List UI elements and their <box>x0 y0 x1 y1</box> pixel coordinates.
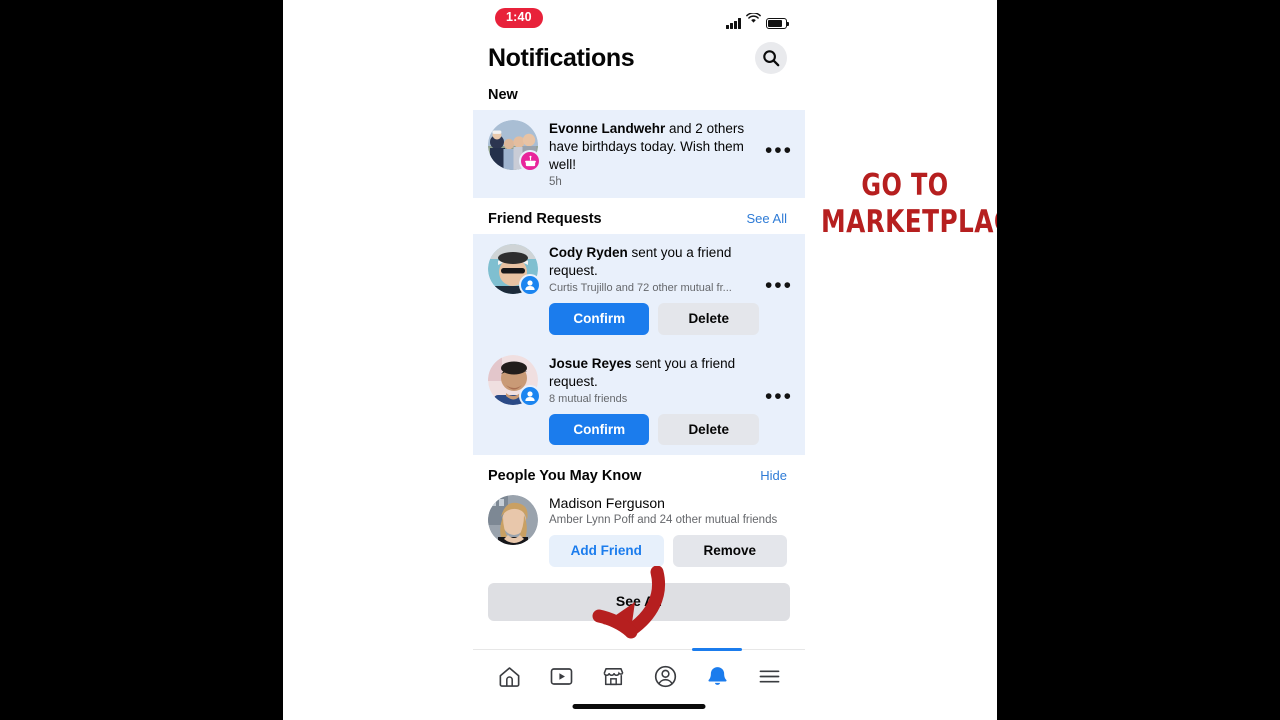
active-tab-indicator <box>692 648 742 651</box>
tab-video[interactable] <box>542 659 580 693</box>
tab-menu[interactable] <box>750 659 788 693</box>
phone-screen: 1:40 Notifications New Evonne Landwehr a… <box>473 0 805 720</box>
search-button[interactable] <box>755 42 787 74</box>
more-options-icon[interactable]: ••• <box>765 275 793 297</box>
birthday-cake-icon <box>519 150 541 172</box>
delete-button[interactable]: Delete <box>658 303 759 335</box>
notification-text: Evonne Landwehr and 2 others have birthd… <box>549 120 759 174</box>
video-icon <box>550 667 572 685</box>
home-icon <box>499 666 519 687</box>
confirm-button[interactable]: Confirm <box>549 413 650 445</box>
section-title-new: New <box>488 87 518 103</box>
friend-request-text: Josue Reyes sent you a friend request. <box>549 355 759 391</box>
friend-request-actions: Confirm Delete <box>549 303 759 335</box>
menu-hamburger-icon <box>759 669 779 683</box>
friend-request-row[interactable]: Josue Reyes sent you a friend request. 8… <box>473 345 805 456</box>
mutual-friends-text: 8 mutual friends <box>549 392 628 405</box>
friend-request-text: Cody Ryden sent you a friend request. <box>549 244 759 280</box>
friend-request-name: Josue Reyes <box>549 355 632 371</box>
wifi-icon <box>746 11 761 29</box>
tab-marketplace[interactable] <box>594 659 632 693</box>
more-options-icon[interactable]: ••• <box>765 140 793 162</box>
remove-button[interactable]: Remove <box>672 535 787 567</box>
video-frame: 1:40 Notifications New Evonne Landwehr a… <box>0 0 1280 720</box>
see-all-button[interactable]: See All <box>488 582 790 621</box>
confirm-button[interactable]: Confirm <box>549 303 650 335</box>
bottom-tab-bar <box>473 648 805 720</box>
profile-photo-avatar <box>488 495 538 545</box>
suggestion-row[interactable]: Madison Ferguson Amber Lynn Poff and 24 … <box>473 491 805 573</box>
avatar[interactable] <box>488 354 541 407</box>
tab-profile[interactable] <box>646 659 684 693</box>
friend-requests-see-all-link[interactable]: See All <box>747 211 787 226</box>
section-title-friend-requests: Friend Requests <box>488 211 602 227</box>
annotation-line-1: GO TO <box>861 168 949 203</box>
avatar[interactable] <box>488 120 541 172</box>
annotation-line-2: MARKETPLACE <box>821 204 997 240</box>
page-title: Notifications <box>488 43 635 72</box>
delete-button[interactable]: Delete <box>658 413 759 445</box>
friend-request-row[interactable]: Cody Ryden sent you a friend request. Cu… <box>473 234 805 345</box>
friend-requests-card: Cody Ryden sent you a friend request. Cu… <box>473 234 805 455</box>
avatar[interactable] <box>488 495 538 545</box>
recording-time-pill: 1:40 <box>495 8 543 28</box>
birthday-notification-card[interactable]: Evonne Landwehr and 2 others have birthd… <box>473 110 805 198</box>
more-options-icon[interactable]: ••• <box>765 386 793 408</box>
notification-person-name: Evonne Landwehr <box>549 121 666 136</box>
avatar[interactable] <box>488 244 541 296</box>
home-indicator <box>572 704 706 709</box>
cellular-signal-icon <box>726 18 741 29</box>
video-content-area: 1:40 Notifications New Evonne Landwehr a… <box>283 0 997 720</box>
section-header-pymk: People You May Know Hide <box>473 468 805 484</box>
friend-request-icon <box>519 274 541 296</box>
notification-timestamp: 5h <box>549 176 562 188</box>
notifications-bell-icon <box>707 666 727 685</box>
mutual-friends-text: Curtis Trujillo and 72 other mutual fr..… <box>549 282 732 294</box>
status-bar-icons <box>726 11 790 29</box>
section-header-new: New <box>473 87 805 103</box>
suggestion-name: Madison Ferguson <box>549 495 665 511</box>
tab-notifications[interactable] <box>692 648 742 693</box>
search-icon <box>763 50 780 67</box>
battery-icon <box>766 18 790 29</box>
tab-home[interactable] <box>490 659 528 693</box>
suggestion-mutual-friends: Amber Lynn Poff and 24 other mutual frie… <box>549 514 778 526</box>
friend-request-icon <box>519 384 541 407</box>
suggestion-actions: Add Friend Remove <box>549 535 787 567</box>
page-header: Notifications <box>473 36 805 74</box>
profile-icon <box>654 665 676 687</box>
marketplace-icon <box>603 667 623 685</box>
annotation-text: GO TO MARKETPLACE <box>821 168 997 240</box>
add-friend-button[interactable]: Add Friend <box>549 535 664 567</box>
status-bar: 1:40 <box>473 0 805 36</box>
pymk-hide-link[interactable]: Hide <box>760 468 787 483</box>
section-title-pymk: People You May Know <box>488 468 642 484</box>
friend-request-actions: Confirm Delete <box>549 413 759 445</box>
section-header-friend-requests: Friend Requests See All <box>473 211 805 227</box>
friend-request-name: Cody Ryden <box>549 245 628 260</box>
